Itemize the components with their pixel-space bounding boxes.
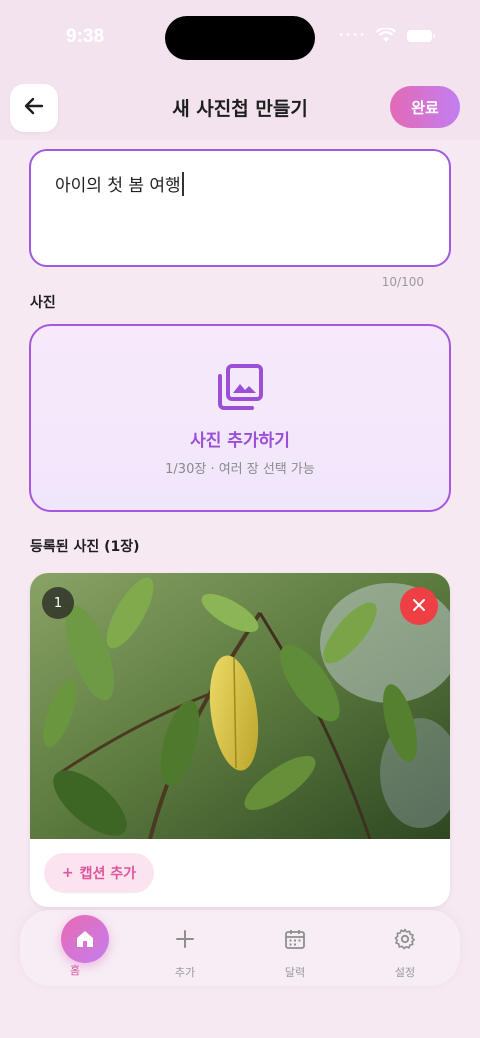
text-caret [181,172,184,196]
add-photos-label: 사진 추가하기 [190,431,290,451]
signal-icon: •••• [338,30,366,41]
tab-calendar[interactable]: 달력 [250,910,340,986]
bottom-nav: 홈 추가 달력 설정 [20,910,460,986]
dynamic-island [165,16,315,60]
status-time: 9:38 [66,26,105,47]
album-title-value: 아이의 첫 봄 여행 [55,176,181,196]
status-bar: 9:38 •••• [0,0,480,78]
gear-icon [394,924,416,954]
home-icon [61,915,109,963]
done-button[interactable]: 완료 [390,86,460,128]
tab-add-label: 추가 [174,966,196,979]
close-icon [412,597,426,616]
photo-thumbnail[interactable] [30,573,450,839]
tab-add[interactable]: 추가 [140,910,230,986]
album-title-input[interactable]: 아이의 첫 봄 여행 [29,149,451,267]
tab-home[interactable]: 홈 [30,910,120,986]
nav-header: 새 사진첩 만들기 완료 [0,78,480,140]
plus-icon [175,924,195,954]
character-count: 10/100 [381,275,424,289]
tab-settings-label: 설정 [394,966,416,979]
wifi-icon [376,28,396,43]
registered-photos-label: 등록된 사진 (1장) [30,539,140,555]
plus-icon: + [61,865,74,881]
add-photos-hint: 1/30장 · 여러 장 선택 가능 [165,462,315,477]
tab-home-label: 홈 [69,964,81,977]
photo-index-badge: 1 [42,587,74,619]
remove-photo-button[interactable] [400,587,438,625]
add-caption-label: 캡션 추가 [79,866,137,882]
photos-section-label: 사진 [30,295,56,311]
status-icons: •••• [338,28,436,43]
add-caption-button[interactable]: + 캡션 추가 [44,853,154,893]
add-photos-button[interactable]: 사진 추가하기 1/30장 · 여러 장 선택 가능 [29,324,451,512]
tab-calendar-label: 달력 [284,966,306,979]
tab-settings[interactable]: 설정 [360,910,450,986]
calendar-icon [284,924,306,954]
photo-library-icon [216,364,264,414]
battery-icon [406,29,436,43]
photo-card: 1 + 캡션 추가 [30,573,450,907]
